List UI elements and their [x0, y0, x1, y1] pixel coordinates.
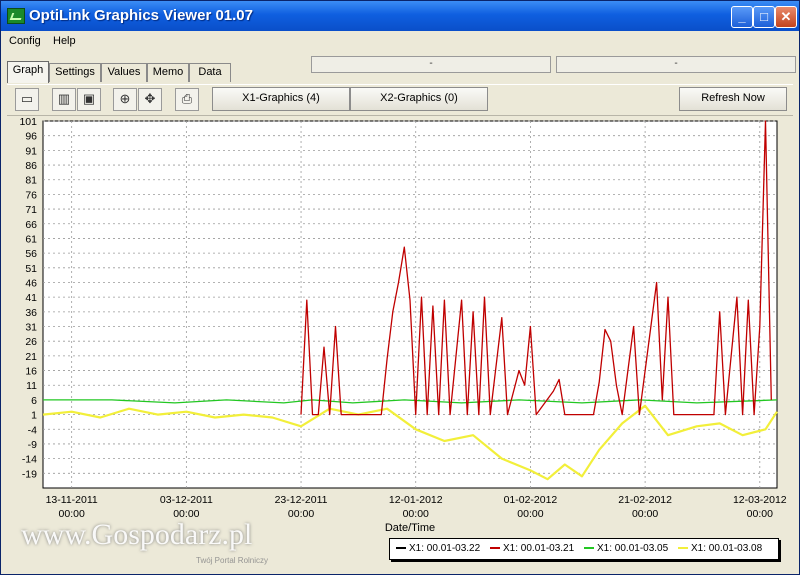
y-tick-label: 6 — [31, 395, 37, 407]
tab-data[interactable]: Data — [189, 63, 231, 82]
tab-settings[interactable]: Settings — [49, 63, 101, 82]
y-tick-label: 26 — [25, 336, 37, 348]
app-window: OptiLink Graphics Viewer 01.07 _ □ ✕ Con… — [0, 0, 800, 575]
y-tick-label: 96 — [25, 131, 37, 143]
x1-graphics-button[interactable]: X1-Graphics (4) — [212, 87, 350, 111]
x-axis-label: Date/Time — [385, 522, 435, 534]
y-tick-label: 51 — [25, 263, 37, 275]
columns-icon[interactable]: ▥ — [52, 88, 76, 111]
app-icon — [7, 8, 25, 24]
title-bar[interactable]: OptiLink Graphics Viewer 01.07 _ □ ✕ — [1, 1, 799, 31]
y-tick-label: 91 — [25, 145, 37, 157]
x-tick-label: 03-12-2011 — [160, 494, 213, 506]
legend-label: X1: 00.01-03.22 — [409, 543, 481, 554]
y-tick-label: 56 — [25, 248, 37, 260]
status-box-left: - — [311, 56, 551, 73]
x2-graphics-button[interactable]: X2-Graphics (0) — [350, 87, 488, 111]
x-tick-time: 00:00 — [517, 508, 543, 520]
status-box-right: - — [556, 56, 796, 73]
x-tick-label: 13-11-2011 — [46, 494, 98, 506]
x-tick-time: 00:00 — [632, 508, 658, 520]
y-tick-label: 16 — [25, 366, 37, 378]
menu-help[interactable]: Help — [53, 35, 76, 47]
legend-item: X1: 00.01-03.08 — [678, 543, 762, 554]
legend-label: X1: 00.01-03.21 — [503, 543, 575, 554]
y-tick-label: 81 — [25, 175, 37, 187]
y-tick-label: 101 — [19, 116, 37, 128]
y-axis-ticks: 1019691868176716661565146413631262116116… — [19, 116, 37, 480]
x-tick-label: 01-02-2012 — [504, 494, 558, 506]
tab-values[interactable]: Values — [101, 63, 147, 82]
y-tick-label: 71 — [25, 204, 37, 216]
y-tick-label: -14 — [22, 454, 37, 466]
y-tick-label: -9 — [28, 439, 37, 451]
window-icon[interactable]: ▣ — [77, 88, 101, 111]
legend-item: X1: 00.01-03.21 — [490, 543, 574, 554]
legend-item: X1: 00.01-03.05 — [584, 543, 668, 554]
maximize-button[interactable]: □ — [753, 6, 775, 28]
menu-config[interactable]: Config — [9, 35, 41, 47]
y-tick-label: 31 — [25, 322, 37, 334]
y-tick-label: 36 — [25, 307, 37, 319]
watermark-subtitle: Twój Portal Rolniczy — [196, 556, 269, 565]
minimize-button[interactable]: _ — [731, 6, 753, 28]
legend-label: X1: 00.01-03.05 — [597, 543, 669, 554]
legend-item: X1: 00.01-03.22 — [396, 543, 480, 554]
x-tick-label: 12-01-2012 — [389, 494, 443, 506]
chart-view-icon[interactable]: ▭ — [15, 88, 39, 111]
x-tick-label: 21-02-2012 — [618, 494, 672, 506]
window-title: OptiLink Graphics Viewer 01.07 — [29, 7, 253, 24]
x-tick-time: 00:00 — [403, 508, 429, 520]
y-tick-label: 21 — [25, 351, 37, 363]
y-tick-label: -19 — [22, 468, 37, 480]
y-tick-label: 66 — [25, 219, 37, 231]
tab-memo[interactable]: Memo — [147, 63, 189, 82]
y-tick-label: 1 — [31, 410, 37, 422]
y-tick-label: 76 — [25, 189, 37, 201]
y-tick-label: 41 — [25, 292, 37, 304]
legend: X1: 00.01-03.22 X1: 00.01-03.21 X1: 00.0… — [389, 538, 779, 560]
x-tick-time: 00:00 — [747, 508, 773, 520]
x-tick-label: 23-12-2011 — [275, 494, 328, 506]
y-tick-label: -4 — [28, 424, 37, 436]
legend-label: X1: 00.01-03.08 — [691, 543, 763, 554]
y-tick-label: 46 — [25, 277, 37, 289]
x-tick-label: 12-03-2012 — [733, 494, 787, 506]
x-tick-time: 00:00 — [288, 508, 314, 520]
y-tick-label: 61 — [25, 233, 37, 245]
watermark: www.Gospodarz.pl — [21, 518, 253, 551]
x-axis-ticks: 13-11-2011 00:00 03-12-2011 00:00 23-12-2011… — [46, 494, 787, 520]
chart-area: 1019691868176716661565146413631262116116… — [19, 116, 787, 534]
zoom-icon[interactable]: ⊕ — [113, 88, 137, 111]
print-icon[interactable]: ⎙ — [175, 88, 199, 111]
move-icon[interactable]: ✥ — [138, 88, 162, 111]
refresh-now-button[interactable]: Refresh Now — [679, 87, 787, 111]
tab-graph[interactable]: Graph — [7, 61, 49, 83]
toolbar: ▭ ▥ ▣ ⊕ ✥ ⎙ X1-Graphics (4) X2-Graphics … — [7, 84, 793, 116]
y-tick-label: 11 — [26, 380, 37, 392]
menu-bar: Config Help — [1, 32, 799, 52]
close-button[interactable]: ✕ — [775, 6, 797, 28]
y-tick-label: 86 — [25, 160, 37, 172]
